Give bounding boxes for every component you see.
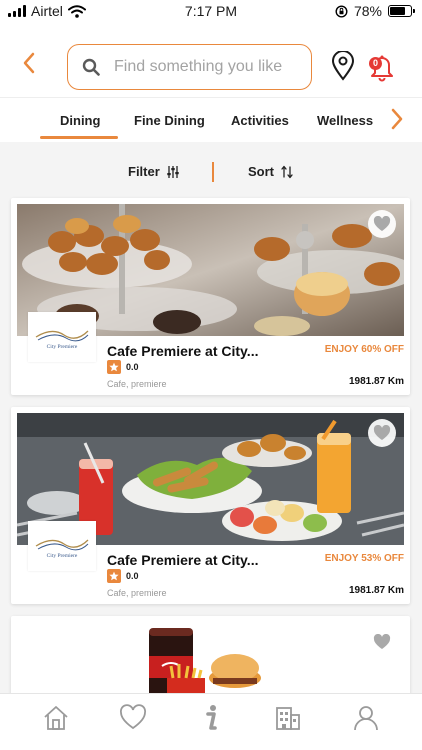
partner-logo-text: City Premiere: [46, 552, 78, 559]
active-tab-indicator: [40, 136, 118, 139]
search-input[interactable]: [114, 58, 294, 76]
heart-icon: [120, 704, 146, 730]
nav-buildings[interactable]: [274, 704, 302, 737]
heart-icon: [373, 425, 391, 440]
notification-badge: 0: [369, 57, 382, 70]
notifications-button[interactable]: 0: [367, 52, 397, 82]
filter-label: Filter: [128, 164, 160, 179]
favorite-button[interactable]: [368, 628, 396, 656]
category-tabs: Dining Fine Dining Activities Wellness: [0, 97, 422, 142]
star-icon: [107, 360, 121, 374]
sort-arrows-icon: [281, 165, 293, 178]
rating-value: 0.0: [126, 571, 139, 581]
listing-rating: 0.0: [107, 360, 139, 374]
home-icon: [44, 706, 68, 730]
partner-logo: City Premiere: [28, 312, 96, 362]
header: 0: [0, 24, 422, 97]
discount-label: ENJOY 53% OFF: [324, 553, 404, 564]
filter-sliders-icon: [167, 165, 179, 178]
heart-icon: [373, 634, 391, 649]
listing-rating: 0.0: [107, 569, 139, 583]
listing-card[interactable]: City Premiere Cafe Premiere at City... 0…: [11, 407, 410, 604]
tab-dining[interactable]: Dining: [60, 113, 100, 128]
heart-icon: [373, 216, 391, 231]
orientation-lock-icon: [335, 4, 348, 18]
battery-label: 78%: [353, 3, 382, 19]
distance-label: 1981.87 Km: [348, 376, 404, 387]
partner-logo-text: City Premiere: [46, 343, 78, 350]
star-icon: [107, 569, 121, 583]
nav-home[interactable]: [42, 704, 70, 737]
location-button[interactable]: [331, 50, 355, 86]
back-button[interactable]: [22, 52, 36, 79]
favorite-button[interactable]: [368, 210, 396, 238]
sort-button[interactable]: Sort: [248, 164, 294, 179]
rating-value: 0.0: [126, 362, 139, 372]
nav-info[interactable]: [197, 704, 225, 737]
tabs-next-button[interactable]: [390, 108, 404, 135]
listing-tags: Cafe, premiere: [107, 588, 167, 598]
nav-favorites[interactable]: [119, 704, 147, 737]
sort-label: Sort: [248, 164, 274, 179]
favorite-button[interactable]: [368, 419, 396, 447]
chevron-right-icon: [391, 108, 403, 130]
filter-bar: Filter Sort: [0, 152, 422, 192]
building-icon: [276, 707, 300, 730]
nav-profile[interactable]: [352, 704, 380, 737]
listing-card[interactable]: City Premiere Cafe Premiere at City... 0…: [11, 198, 410, 395]
status-right: 78%: [335, 3, 415, 19]
info-icon: [206, 705, 217, 730]
filter-button[interactable]: Filter: [128, 164, 180, 179]
location-pin-icon: [331, 50, 355, 81]
tab-fine-dining[interactable]: Fine Dining: [134, 113, 205, 128]
user-icon: [354, 706, 378, 731]
filter-divider: [212, 162, 214, 182]
listing-name[interactable]: Cafe Premiere at City...: [107, 343, 258, 359]
listing-tags: Cafe, premiere: [107, 379, 167, 389]
partner-logo: City Premiere: [28, 521, 96, 571]
search-box[interactable]: [67, 44, 312, 90]
distance-label: 1981.87 Km: [348, 585, 404, 596]
status-bar: Airtel 7:17 PM 78%: [0, 0, 422, 24]
battery-icon: [388, 5, 415, 17]
discount-label: ENJOY 60% OFF: [324, 344, 404, 355]
city-premiere-logo-icon: [35, 330, 89, 341]
tab-wellness[interactable]: Wellness: [317, 113, 373, 128]
search-icon: [82, 58, 100, 76]
city-premiere-logo-icon: [35, 539, 89, 550]
bottom-nav: [0, 693, 422, 750]
tab-activities[interactable]: Activities: [231, 113, 289, 128]
listing-name[interactable]: Cafe Premiere at City...: [107, 552, 258, 568]
chevron-left-icon: [23, 52, 35, 74]
